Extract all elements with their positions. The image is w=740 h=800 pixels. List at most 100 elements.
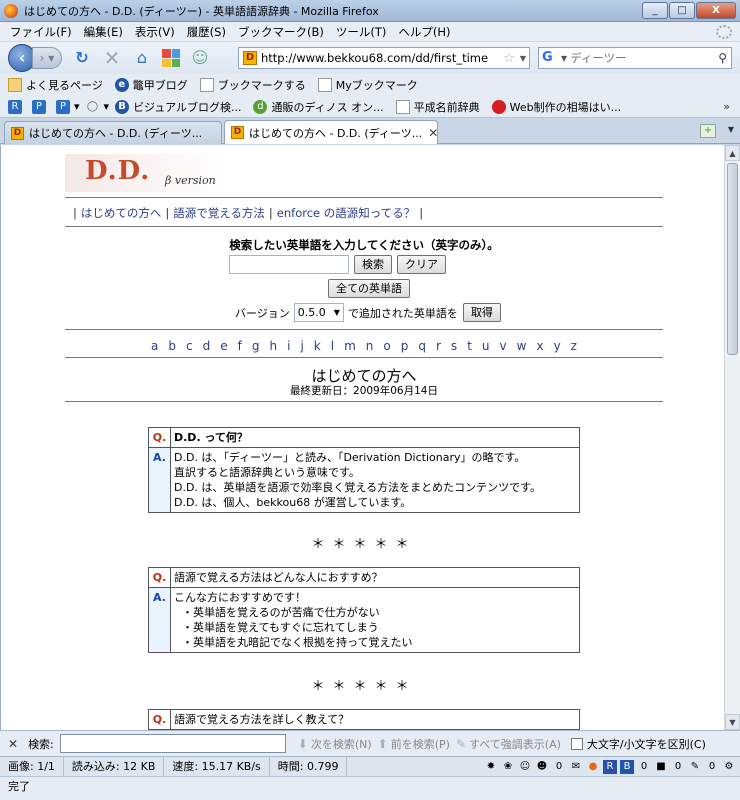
bookmark-visual-blog[interactable]: B ビジュアルブログ検...	[115, 99, 241, 115]
menu-help[interactable]: ヘルプ(H)	[392, 24, 456, 40]
tab-list-icon[interactable]: ▼	[728, 125, 734, 134]
url-bar[interactable]: D http://www.bekkou68.com/dd/first_time …	[238, 47, 530, 69]
scroll-up-icon[interactable]: ▲	[725, 145, 740, 161]
menu-history[interactable]: 履歴(S)	[181, 24, 232, 40]
letter-link-u[interactable]: u	[482, 339, 490, 353]
close-findbar-icon[interactable]: ✕	[8, 737, 18, 751]
r-icon[interactable]: R	[603, 759, 617, 774]
square-icon[interactable]: ■	[654, 760, 668, 774]
close-tab-icon[interactable]: ✕	[428, 126, 437, 140]
minimize-button[interactable]: _	[642, 2, 668, 19]
letter-link-e[interactable]: e	[220, 339, 227, 353]
speed-dial-icon[interactable]	[162, 49, 180, 67]
bookmark-tag[interactable]: ◯ ▾	[86, 100, 109, 114]
maximize-button[interactable]: □	[669, 2, 695, 19]
puzzle-icon[interactable]: ✸	[484, 760, 498, 774]
bookmark-frequent[interactable]: よく見るページ	[8, 77, 103, 93]
letter-link-i[interactable]: i	[287, 339, 290, 353]
bookmark-blog[interactable]: e 鼈甲ブログ	[114, 77, 188, 93]
bookmark-web[interactable]: Web制作の相場はい...	[491, 99, 621, 115]
nav-method[interactable]: 語源で覚える方法	[173, 206, 265, 220]
letter-link-j[interactable]: j	[300, 339, 303, 353]
nav-first-time[interactable]: はじめての方へ	[81, 206, 162, 220]
new-tab-icon[interactable]: +	[700, 124, 716, 138]
letter-link-c[interactable]: c	[186, 339, 193, 353]
letter-link-v[interactable]: v	[500, 339, 507, 353]
url-text[interactable]: http://www.bekkou68.com/dd/first_time	[261, 51, 501, 65]
clear-button[interactable]: クリア	[397, 255, 446, 274]
bookmark-icon-1[interactable]: R	[8, 99, 26, 114]
version-select[interactable]: 0.5.0 ▼	[293, 303, 344, 322]
scroll-down-icon[interactable]: ▼	[725, 714, 740, 730]
letter-link-r[interactable]: r	[436, 339, 441, 353]
letter-link-y[interactable]: y	[554, 339, 561, 353]
search-button[interactable]: 検索	[354, 255, 392, 274]
search-engine-dropdown-icon[interactable]: ▼	[558, 54, 570, 63]
letter-link-b[interactable]: b	[168, 339, 176, 353]
word-search-input[interactable]	[229, 255, 349, 274]
find-prev-button[interactable]: ⬆ 前を検索(P)	[378, 736, 450, 752]
bookmark-my[interactable]: Myブックマーク	[317, 77, 418, 93]
letter-link-n[interactable]: n	[366, 339, 374, 353]
letter-link-h[interactable]: h	[269, 339, 277, 353]
menu-tools[interactable]: ツール(T)	[330, 24, 393, 40]
settings-icon[interactable]: ⚙	[722, 760, 736, 774]
letter-link-o[interactable]: o	[383, 339, 390, 353]
stop-icon[interactable]: ✕	[102, 48, 122, 68]
highlight-all-button[interactable]: ✎ すべて強調表示(A)	[456, 736, 561, 752]
get-button[interactable]: 取得	[462, 303, 501, 322]
home-icon[interactable]: ⌂	[132, 48, 152, 68]
close-window-button[interactable]: X	[696, 2, 736, 19]
reload-icon[interactable]: ↻	[72, 48, 92, 68]
bookmark-star-icon[interactable]: ☆	[501, 51, 517, 66]
letter-link-k[interactable]: k	[314, 339, 321, 353]
letter-link-l[interactable]: l	[331, 339, 334, 353]
menu-bookmarks[interactable]: ブックマーク(B)	[232, 24, 330, 40]
letter-link-t[interactable]: t	[467, 339, 472, 353]
search-magnifier-icon[interactable]: ⚲	[718, 51, 727, 65]
letter-link-g[interactable]: g	[252, 339, 260, 353]
pencil-icon[interactable]: ✎	[688, 760, 702, 774]
bookmarks-overflow-button[interactable]: »	[723, 100, 730, 113]
firefox-small-icon[interactable]: ●	[586, 760, 600, 774]
letter-link-x[interactable]: x	[536, 339, 543, 353]
vertical-scrollbar[interactable]: ▲ ▼	[724, 145, 740, 730]
smiley-icon[interactable]: ☻	[535, 760, 549, 774]
letter-link-q[interactable]: q	[418, 339, 426, 353]
nav-enforce[interactable]: enforce の語源知ってる？	[277, 206, 415, 220]
find-next-button[interactable]: ⬇ 次を検索(N)	[298, 736, 372, 752]
letter-link-p[interactable]: p	[401, 339, 409, 353]
tab-1[interactable]: D はじめての方へ - D.D. (ディーツ...	[4, 121, 222, 144]
scroll-thumb[interactable]	[727, 163, 738, 355]
bookmark-icon-2[interactable]: P	[32, 99, 50, 114]
menu-view[interactable]: 表示(V)	[129, 24, 181, 40]
forward-button[interactable]: › ▾	[32, 47, 62, 69]
comment-icon[interactable]: ✉	[569, 760, 583, 774]
bookmark-names[interactable]: 平成名前辞典	[395, 99, 480, 115]
google-icon[interactable]: G	[542, 50, 558, 66]
bookmark-add[interactable]: ブックマークする	[199, 77, 306, 93]
letter-link-a[interactable]: a	[151, 339, 158, 353]
menu-edit[interactable]: 編集(E)	[78, 24, 129, 40]
site-logo[interactable]: D.D. β version	[65, 154, 237, 192]
bookmark-dinos[interactable]: d 通販のディノス オン...	[253, 99, 384, 115]
letter-link-f[interactable]: f	[238, 339, 242, 353]
menu-file[interactable]: ファイル(F)	[4, 24, 78, 40]
feather-icon[interactable]: ❀	[501, 760, 515, 774]
search-bar[interactable]: G ▼ ⚲	[538, 47, 732, 69]
b-icon[interactable]: B	[620, 759, 634, 774]
all-words-button[interactable]: 全ての英単語	[328, 279, 410, 298]
face-icon[interactable]: ☺	[518, 760, 532, 774]
addon-icon[interactable]: ☺	[190, 48, 210, 68]
search-input[interactable]	[570, 51, 691, 65]
letter-link-w[interactable]: w	[517, 339, 527, 353]
bookmark-icon-3[interactable]: P ▾	[56, 99, 80, 114]
letter-link-d[interactable]: d	[203, 339, 211, 353]
find-input[interactable]	[59, 734, 286, 753]
tab-2[interactable]: D はじめての方へ - D.D. (ディーツ... ✕	[224, 120, 438, 144]
match-case-checkbox[interactable]	[570, 737, 583, 750]
letter-link-z[interactable]: z	[571, 339, 577, 353]
url-dropdown-icon[interactable]: ▼	[517, 54, 529, 63]
letter-link-s[interactable]: s	[451, 339, 457, 353]
letter-link-m[interactable]: m	[344, 339, 356, 353]
